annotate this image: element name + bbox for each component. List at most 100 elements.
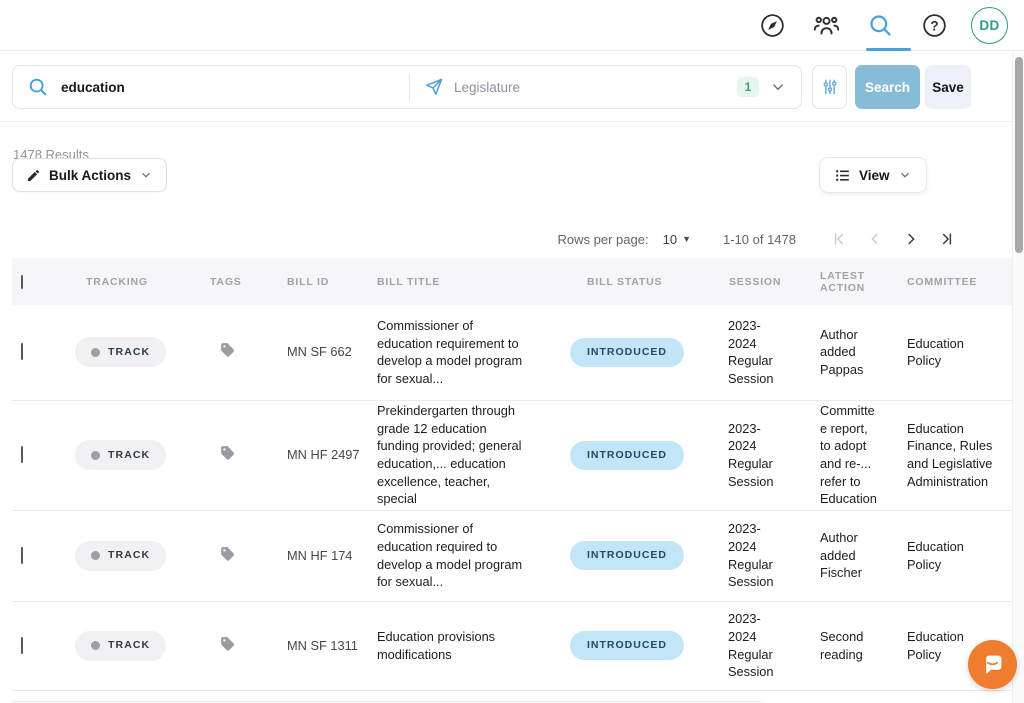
bill-id[interactable]: MN SF 662 [270,305,360,400]
bill-title[interactable]: Commissioner of education required to de… [360,510,560,601]
column-header-committee: COMMITTEE [885,258,1012,305]
rows-per-page-value: 10 [663,232,677,247]
track-status-dot [91,641,100,650]
first-page-button[interactable] [824,224,854,254]
latest-action: Author added Fischer [800,510,885,601]
tag-icon[interactable] [219,444,236,461]
track-label: TRACK [108,638,150,652]
session: 2023-2024 Regular Session [707,601,800,690]
status-badge: INTRODUCED [570,338,684,367]
column-header-bill-title: BILL TITLE [360,258,560,305]
tag-icon[interactable] [219,635,236,652]
bill-title[interactable]: Prekindergarten through grade 12 educati… [360,400,560,510]
search-query-text[interactable]: education [61,80,125,95]
list-view-icon [834,167,851,184]
compass-icon[interactable] [755,8,789,42]
chat-bubble-icon [980,652,1005,677]
tag-icon[interactable] [219,545,236,562]
track-status-dot [91,451,100,460]
help-icon[interactable]: ? [917,8,951,42]
committee: Education Finance, Rules and Legislative… [885,400,1012,510]
chevron-down-icon [898,168,912,182]
table-row[interactable]: TRACK MN HF 174 Commissioner of educatio… [12,510,1012,601]
scrollbar-thumb[interactable] [1015,57,1023,253]
track-button[interactable]: TRACK [75,337,166,367]
track-label: TRACK [108,548,150,562]
vertical-scrollbar[interactable] [1012,51,1024,703]
app-page: ? DD education Legislature 1 [0,0,1024,703]
latest-action: Committee report, to adopt and re-... re… [800,400,885,510]
filters-button[interactable] [812,65,847,109]
next-row-divider [12,701,763,702]
bill-id[interactable]: MN SF 1311 [270,601,360,690]
committee: Education Policy [885,510,1012,601]
pencil-icon [26,168,41,183]
track-button[interactable]: TRACK [75,631,166,661]
select-all-checkbox[interactable] [21,275,23,289]
row-checkbox[interactable] [21,547,23,564]
column-header-bill-id: BILL ID [270,258,360,305]
top-navigation-bar: ? DD [0,0,1024,51]
bill-title[interactable]: Education provisions modifications [360,601,560,690]
search-button[interactable]: Search [855,65,920,109]
next-page-button[interactable] [896,224,926,254]
column-header-latest-action: LATEST ACTION [800,258,885,305]
scope-segment[interactable]: Legislature 1 [410,66,801,108]
last-page-button[interactable] [932,224,962,254]
send-icon [424,77,444,97]
row-checkbox[interactable] [21,446,23,463]
track-status-dot [91,348,100,357]
table-row[interactable]: TRACK MN SF 662 Commissioner of educatio… [12,305,1012,400]
latest-action: Author added Pappas [800,305,885,400]
tag-icon[interactable] [219,341,236,358]
table-row[interactable]: TRACK MN HF 2497 Prekindergarten through… [12,400,1012,510]
row-checkbox[interactable] [21,637,23,654]
session: 2023-2024 Regular Session [707,305,800,400]
view-button[interactable]: View [819,157,927,193]
search-section: education Legislature 1 Searc [0,51,1024,122]
search-bar[interactable]: education Legislature 1 [12,65,802,109]
status-badge: INTRODUCED [570,441,684,470]
table-row[interactable]: TRACK MN SF 1311 Education provisions mo… [12,601,1012,690]
table-header-row: TRACKING TAGS BILL ID BILL TITLE BILL ST… [12,258,1012,305]
query-segment[interactable]: education [13,66,409,108]
session: 2023-2024 Regular Session [707,400,800,510]
pagination-range: 1-10 of 1478 [723,232,796,247]
track-label: TRACK [108,345,150,359]
audience-icon[interactable] [809,8,843,42]
bill-title[interactable]: Commissioner of education requirement to… [360,305,560,400]
pagination-bar: Rows per page: 10 ▼ 1-10 of 1478 [0,224,962,254]
rows-per-page-select[interactable]: 10 ▼ [663,232,691,247]
search-nav-icon[interactable] [863,8,897,42]
column-header-session: SESSION [707,258,800,305]
column-header-tags: TAGS [205,258,270,305]
status-badge: INTRODUCED [570,541,684,570]
bulk-actions-button[interactable]: Bulk Actions [12,158,167,192]
chevron-down-icon[interactable] [769,78,787,96]
column-header-bill-status: BILL STATUS [560,258,707,305]
latest-action: Second reading [800,601,885,690]
track-button[interactable]: TRACK [75,541,166,571]
user-avatar[interactable]: DD [971,7,1008,44]
chevron-down-icon [139,168,153,182]
status-badge: INTRODUCED [570,631,684,660]
track-button[interactable]: TRACK [75,440,166,470]
scope-label: Legislature [454,80,727,95]
scope-count-badge: 1 [737,77,759,97]
track-label: TRACK [108,448,150,462]
bulk-actions-label: Bulk Actions [49,168,131,183]
track-status-dot [91,551,100,560]
search-icon [27,76,49,98]
view-label: View [859,168,890,183]
bill-id[interactable]: MN HF 2497 [270,400,360,510]
column-header-tracking: TRACKING [70,258,205,305]
chat-launcher-button[interactable] [968,640,1017,689]
committee: Education Policy [885,305,1012,400]
save-button[interactable]: Save [925,65,971,109]
previous-page-button[interactable] [860,224,890,254]
rows-per-page-label: Rows per page: [558,232,649,247]
row-checkbox[interactable] [21,343,23,360]
bill-id[interactable]: MN HF 174 [270,510,360,601]
session: 2023-2024 Regular Session [707,510,800,601]
svg-text:?: ? [930,18,938,33]
